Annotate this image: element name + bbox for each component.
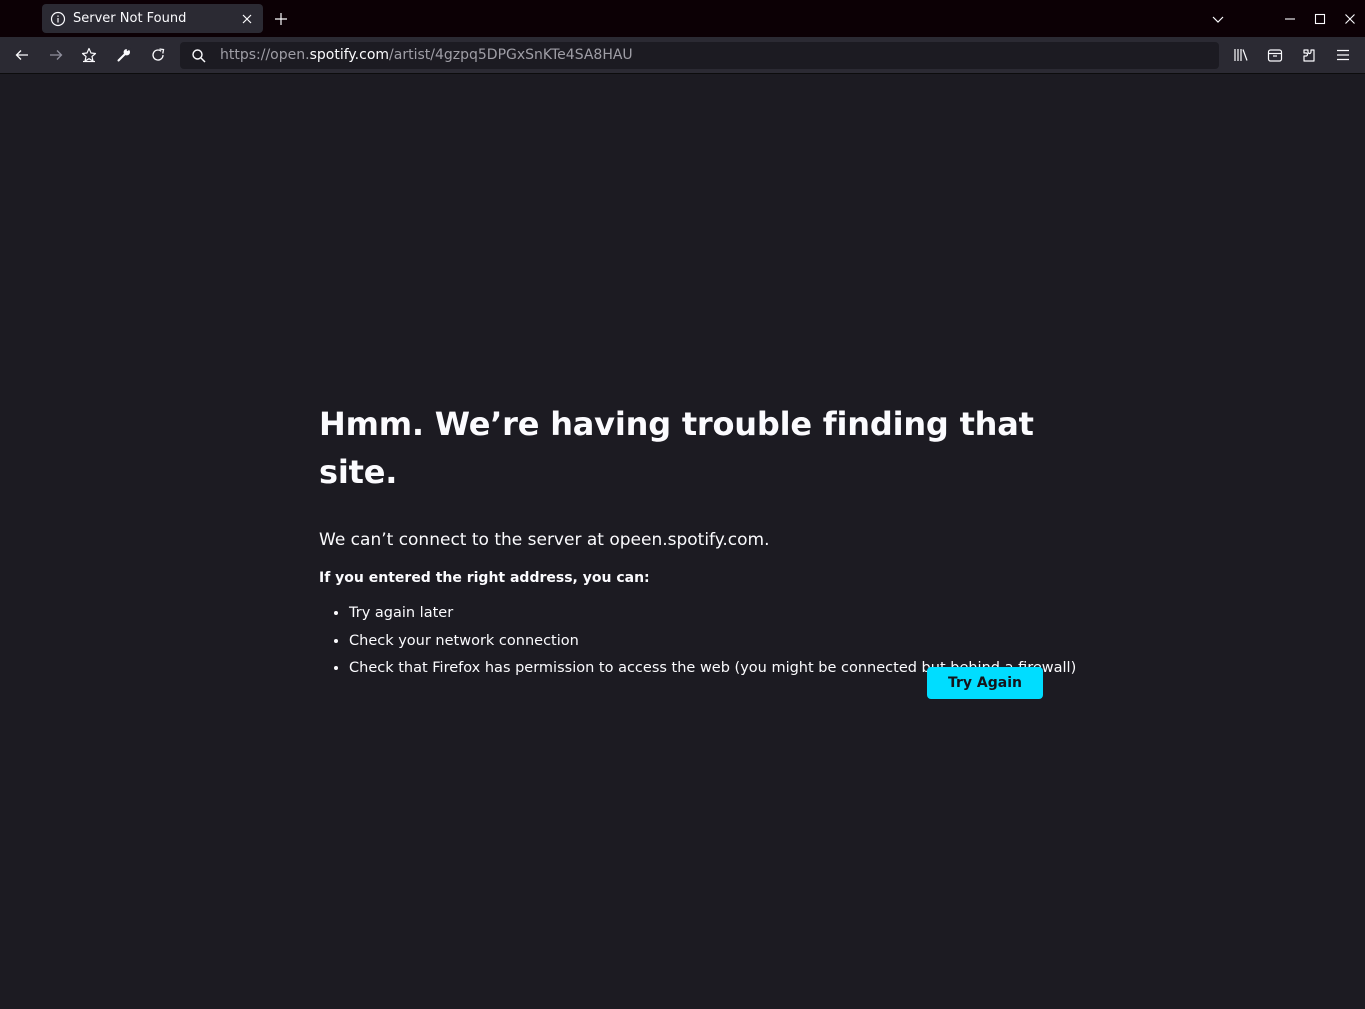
list-all-tabs-chevron-icon[interactable] <box>1210 11 1226 27</box>
url-prefix: https://open. <box>220 47 310 63</box>
close-tab-icon[interactable] <box>239 11 255 27</box>
error-description: We can’t connect to the server at opeen.… <box>319 530 770 550</box>
suggestions-heading: If you entered the right address, you ca… <box>319 570 650 586</box>
url-domain: spotify.com <box>309 47 390 63</box>
search-icon <box>191 48 207 64</box>
new-tab-plus-icon[interactable] <box>273 11 289 27</box>
error-page-content: Hmm. We’re having trouble finding that s… <box>319 400 1079 683</box>
suggestion-item: Check your network connection <box>349 628 1079 656</box>
error-title: Hmm. We’re having trouble finding that s… <box>319 405 1034 491</box>
url-text[interactable]: https://open.spotify.com/artist/4gzpq5DP… <box>220 47 633 63</box>
wrench-icon[interactable] <box>116 47 132 63</box>
tab-title: Server Not Found <box>73 11 187 26</box>
tab-server-not-found[interactable]: Server Not Found <box>42 4 263 33</box>
navigation-toolbar: https://open.spotify.com/artist/4gzpq5DP… <box>0 37 1365 74</box>
library-icon[interactable] <box>1233 47 1249 63</box>
home-icon[interactable] <box>81 47 97 63</box>
address-bar[interactable]: https://open.spotify.com/artist/4gzpq5DP… <box>180 42 1219 69</box>
info-icon <box>50 11 66 27</box>
close-window-icon[interactable] <box>1342 11 1358 27</box>
tab-strip: Server Not Found <box>0 0 1365 37</box>
minimize-icon[interactable] <box>1282 11 1298 27</box>
maximize-icon[interactable] <box>1312 11 1328 27</box>
url-path: /artist/4gzpq5DPGxSnKTe4SA8HAU <box>389 47 633 63</box>
suggestion-item: Try again later <box>349 600 1079 628</box>
try-again-button[interactable]: Try Again <box>927 667 1043 699</box>
pocket-icon[interactable] <box>1267 47 1283 63</box>
reload-icon[interactable] <box>150 47 166 63</box>
forward-arrow-icon[interactable] <box>48 47 64 63</box>
hamburger-menu-icon[interactable] <box>1335 47 1351 63</box>
extensions-puzzle-icon[interactable] <box>1301 47 1317 63</box>
back-arrow-icon[interactable] <box>14 47 30 63</box>
